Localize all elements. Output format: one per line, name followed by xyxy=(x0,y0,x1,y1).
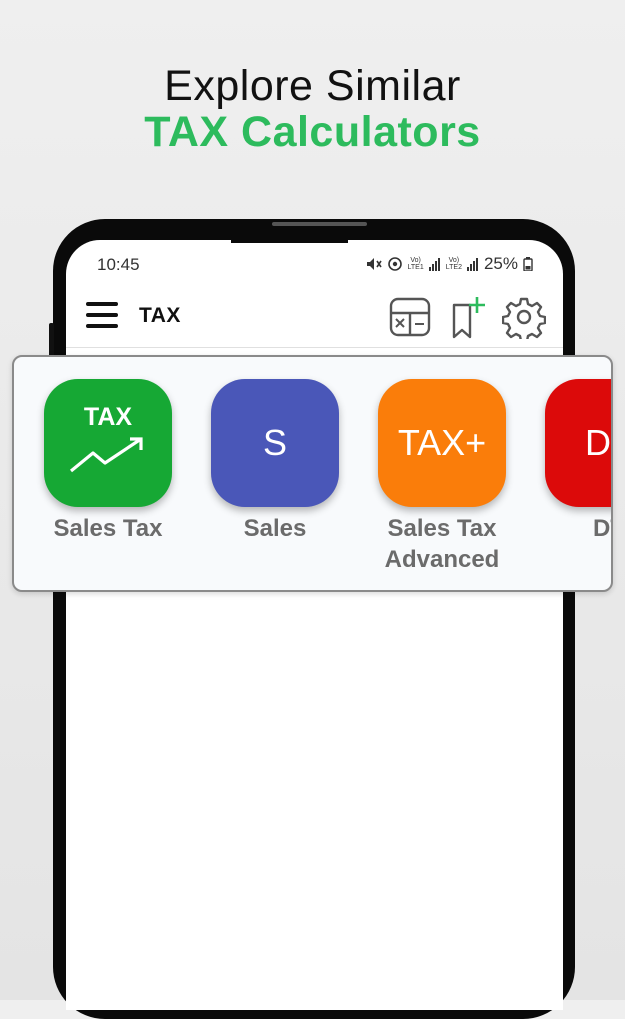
menu-icon[interactable] xyxy=(86,302,118,328)
dt-app-icon[interactable]: DT xyxy=(545,379,611,507)
sales-tax-advanced-app-icon[interactable]: TAX+ xyxy=(378,379,506,507)
settings-icon[interactable] xyxy=(502,295,546,339)
app-label: Sales Tax xyxy=(53,515,163,542)
battery-icon xyxy=(523,257,533,271)
app-item-dt[interactable]: DT DT xyxy=(534,379,611,544)
status-bar: 10:45 Vo) LTE1 Vo) LTE2 25% xyxy=(66,252,563,278)
app-item-sales[interactable]: S Sales xyxy=(200,379,350,544)
app-label: Sales xyxy=(243,515,307,542)
status-time: 10:45 xyxy=(97,255,140,274)
signal-icon xyxy=(466,258,478,271)
phone-speaker xyxy=(272,222,367,226)
trend-up-icon xyxy=(69,437,143,473)
phone-camera-cutout xyxy=(231,234,348,243)
app-item-sales-tax-advanced[interactable]: TAX+ Sales Tax Advanced xyxy=(367,379,517,575)
sales-tax-app-icon[interactable]: TAX xyxy=(44,379,172,507)
sim2-label: Vo) LTE2 xyxy=(445,257,462,271)
mute-icon xyxy=(366,258,382,270)
sales-app-icon[interactable]: S xyxy=(211,379,339,507)
sim1-label: Vo) LTE1 xyxy=(407,257,424,271)
signal-icon xyxy=(428,258,440,271)
app-bar-divider xyxy=(66,347,563,348)
promo-heading: Explore Similar xyxy=(164,62,461,110)
similar-apps-panel: TAX Sales Tax S Sales TAX+ Sales Tax Adv… xyxy=(12,355,613,592)
calculator-icon[interactable] xyxy=(388,295,432,339)
app-label: DT xyxy=(593,515,611,542)
app-item-sales-tax[interactable]: TAX Sales Tax xyxy=(33,379,183,544)
app-title: TAX xyxy=(139,304,181,327)
promo-subheading: TAX Calculators xyxy=(144,108,481,156)
app-bar: TAX xyxy=(66,290,563,346)
bookmark-add-icon[interactable] xyxy=(446,295,490,339)
hotspot-icon xyxy=(387,257,402,271)
battery-percent: 25% xyxy=(483,254,518,273)
app-label: Sales Tax Advanced xyxy=(384,515,500,573)
